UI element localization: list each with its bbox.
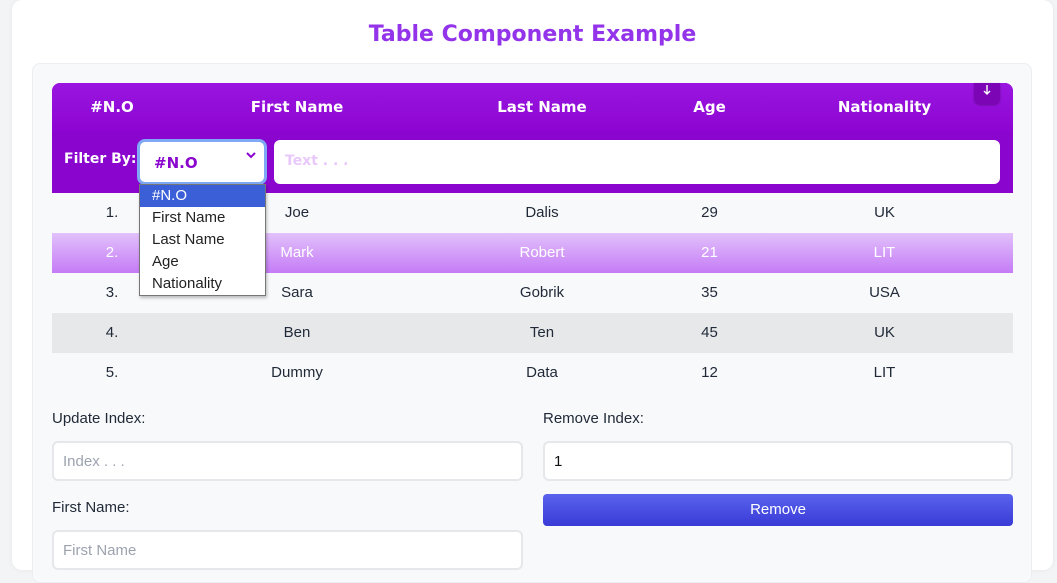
cell-nationality: UK: [874, 324, 895, 341]
remove-button[interactable]: Remove: [543, 494, 1013, 526]
update-index-label: Update Index:: [52, 410, 146, 427]
header-age[interactable]: Age: [667, 83, 752, 131]
dropdown-option[interactable]: #N.O: [140, 185, 265, 207]
filter-text-placeholder: Text . . .: [285, 153, 349, 169]
first-name-label: First Name:: [52, 499, 130, 516]
table-row[interactable]: 4. Ben Ten 45 UK: [52, 313, 1013, 353]
table-card: #N.O First Name Last Name Age Nationalit…: [32, 63, 1032, 583]
table-header: #N.O First Name Last Name Age Nationalit…: [52, 83, 1013, 193]
cell-last-name: Dalis: [525, 204, 559, 221]
cell-age: 21: [701, 244, 718, 261]
arrow-down-icon[interactable]: [974, 83, 1000, 104]
cell-last-name: Gobrik: [519, 284, 565, 301]
cell-no: 5.: [105, 364, 119, 381]
table-row[interactable]: 5. Dummy Data 12 LIT: [52, 353, 1013, 393]
filter-select[interactable]: #N.O: [137, 139, 267, 185]
header-last-name[interactable]: Last Name: [457, 83, 627, 131]
dropdown-option[interactable]: Nationality: [140, 273, 265, 295]
cell-nationality: LIT: [873, 364, 896, 381]
cell-first-name: Dummy: [271, 364, 323, 381]
cell-age: 35: [701, 284, 718, 301]
dropdown-option[interactable]: Last Name: [140, 229, 265, 251]
cell-age: 29: [701, 204, 718, 221]
cell-last-name: Robert: [519, 244, 565, 261]
remove-index-label: Remove Index:: [543, 410, 644, 427]
header-no[interactable]: #N.O: [52, 83, 172, 131]
remove-index-value: 1: [554, 453, 563, 470]
cell-nationality: LIT: [873, 244, 896, 261]
cell-nationality: UK: [874, 204, 895, 221]
cell-nationality: USA: [869, 284, 900, 301]
dropdown-option[interactable]: First Name: [140, 207, 265, 229]
chevron-down-icon: [246, 150, 256, 162]
update-index-placeholder: Index . . .: [63, 453, 125, 470]
cell-age: 12: [701, 364, 718, 381]
header-first-name[interactable]: First Name: [212, 83, 382, 131]
cell-first-name: Ben: [283, 324, 311, 341]
dropdown-option[interactable]: Age: [140, 251, 265, 273]
update-index-input[interactable]: Index . . .: [52, 441, 523, 481]
cell-last-name: Data: [526, 364, 558, 381]
cell-age: 45: [701, 324, 718, 341]
filter-dropdown-list: #N.O First Name Last Name Age Nationalit…: [139, 184, 266, 296]
header-row: #N.O First Name Last Name Age Nationalit…: [52, 83, 1013, 131]
page-title: Table Component Example: [368, 22, 697, 47]
first-name-placeholder: First Name: [63, 542, 137, 559]
filter-select-value: #N.O: [154, 154, 198, 172]
cell-last-name: Ten: [529, 324, 555, 341]
filter-text-input[interactable]: Text . . .: [274, 140, 1000, 184]
first-name-input[interactable]: First Name: [52, 530, 523, 570]
remove-index-input[interactable]: 1: [543, 441, 1013, 481]
filter-label: Filter By:: [64, 151, 137, 167]
header-nationality[interactable]: Nationality: [812, 83, 957, 131]
cell-no: 4.: [105, 324, 119, 341]
